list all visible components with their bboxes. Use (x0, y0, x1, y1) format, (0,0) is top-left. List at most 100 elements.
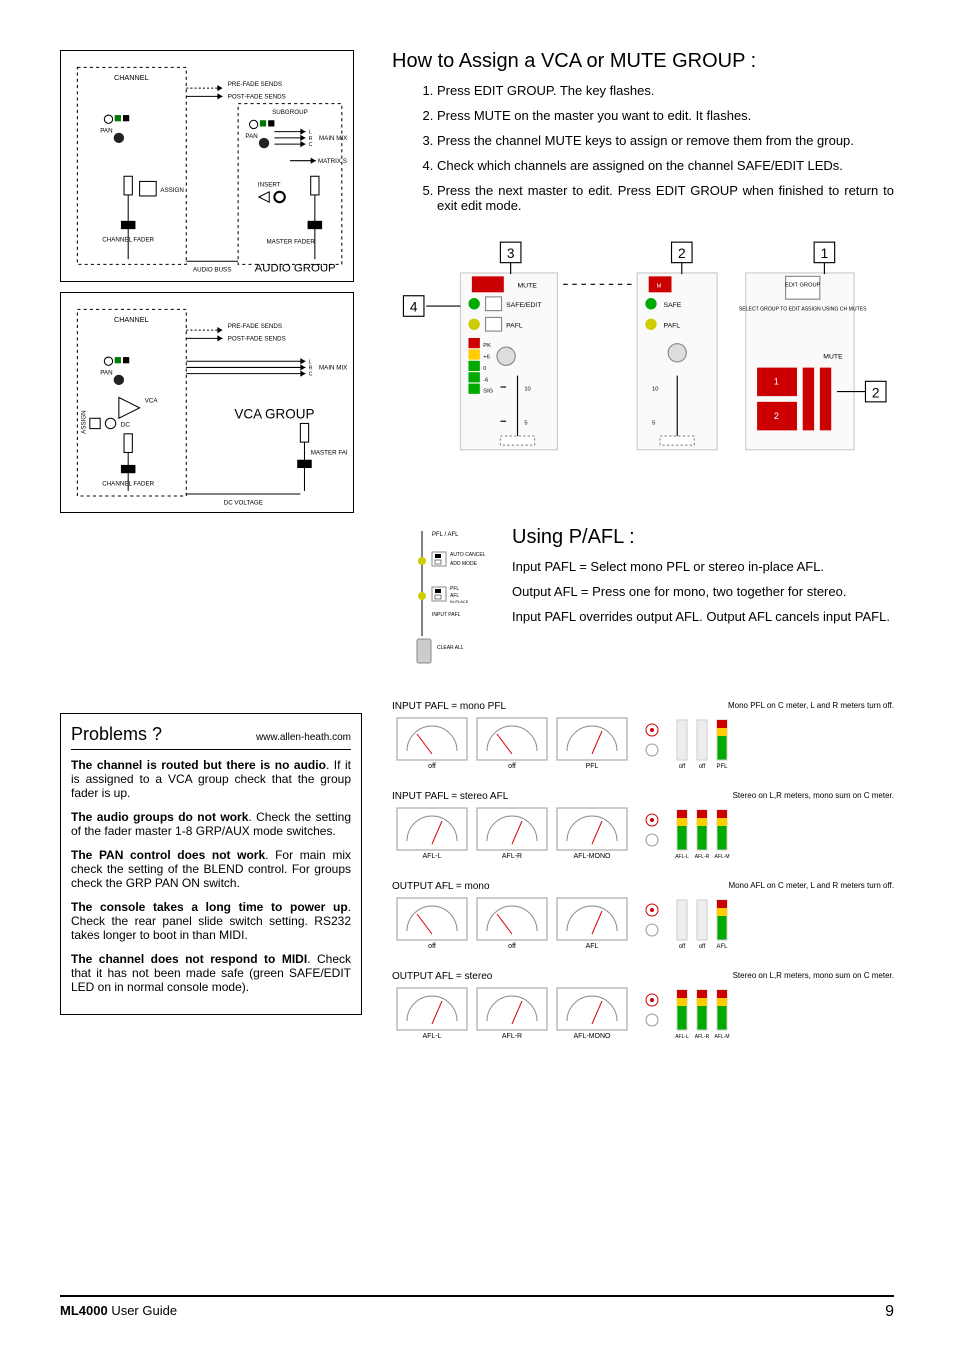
svg-text:MAIN MIX: MAIN MIX (319, 135, 347, 142)
svg-text:off: off (699, 764, 706, 770)
footer-page: 9 (885, 1303, 894, 1321)
meter-title-r: Mono PFL on C meter, L and R meters turn… (728, 701, 894, 712)
svg-text:MASTER FADER: MASTER FADER (266, 239, 315, 246)
svg-text:SAFE/EDIT: SAFE/EDIT (506, 302, 542, 309)
svg-text:PAN: PAN (100, 369, 112, 376)
pafl-title: Using P/AFL : (512, 526, 894, 549)
svg-text:2: 2 (872, 385, 880, 400)
footer-product: ML4000 (60, 1303, 108, 1318)
svg-text:VCA GROUP: VCA GROUP (234, 406, 314, 421)
svg-text:PAFL: PAFL (506, 323, 523, 330)
svg-text:4: 4 (410, 300, 418, 315)
svg-text:AFL-M: AFL-M (715, 1034, 730, 1040)
vca-group-diagram: CHANNEL PRE-FADE SENDS POST-FADE SENDS P… (60, 292, 354, 513)
svg-text:10: 10 (652, 386, 658, 392)
pafl-buttons-diagram: PFL / AFL AUTO CANCEL ADD MODE PFL (392, 526, 502, 681)
step-item: Check which channels are assigned on the… (437, 158, 894, 173)
svg-text:PAFL: PAFL (664, 323, 681, 330)
svg-text:R: R (309, 365, 313, 371)
svg-text:PFL: PFL (586, 763, 599, 770)
svg-text:IN-PLACE: IN-PLACE (450, 599, 469, 604)
svg-text:MATRIX SEND: MATRIX SEND (318, 158, 347, 165)
pafl-para: Input PAFL = Select mono PFL or stereo i… (512, 559, 894, 574)
svg-text:ADD MODE: ADD MODE (450, 561, 478, 567)
svg-text:MUTE: MUTE (823, 353, 843, 360)
meter-title-r: Stereo on L,R meters, mono sum on C mete… (733, 791, 894, 802)
page-footer: ML4000 User Guide 9 (60, 1295, 894, 1321)
footer-guide: User Guide (108, 1303, 177, 1318)
vca-mute-steps: Press EDIT GROUP. The key flashes. Press… (392, 83, 894, 213)
problems-title: Problems ? (71, 724, 162, 745)
svg-text:ASSIGN: ASSIGN (160, 187, 184, 194)
svg-text:M: M (657, 284, 662, 290)
svg-text:AFL-R: AFL-R (695, 1034, 710, 1040)
svg-text:off: off (428, 763, 436, 770)
svg-text:CHANNEL: CHANNEL (114, 315, 149, 324)
svg-text:INPUT PAFL: INPUT PAFL (432, 612, 461, 618)
svg-text:PAN: PAN (100, 128, 112, 135)
svg-text:INSERT: INSERT (258, 182, 281, 189)
svg-text:+6: +6 (483, 354, 490, 360)
svg-text:PFL / AFL: PFL / AFL (432, 532, 459, 538)
svg-text:off: off (428, 943, 436, 950)
svg-text:AFL: AFL (716, 944, 728, 950)
svg-text:AFL-L: AFL-L (422, 1033, 441, 1040)
svg-text:POST-FADE SENDS: POST-FADE SENDS (228, 335, 286, 342)
audio-group-diagram: CHANNEL PRE-FADE SENDS POST-FADE SENDS S… (60, 50, 354, 282)
svg-text:AUTO CANCEL: AUTO CANCEL (450, 552, 486, 558)
channel-strip-diagram: 3 2 1 4 2 MUTE SAFE/EDIT (392, 233, 894, 466)
meter-title-l: INPUT PAFL = mono PFL (392, 701, 506, 712)
svg-text:AUDIO GROUP: AUDIO GROUP (255, 263, 336, 275)
svg-text:5: 5 (652, 421, 655, 427)
svg-text:SIG: SIG (483, 389, 493, 395)
svg-text:AFL-MONO: AFL-MONO (574, 1033, 612, 1040)
pafl-para: Input PAFL overrides output AFL. Output … (512, 609, 894, 624)
svg-text:AFL: AFL (586, 943, 599, 950)
vca-mute-title: How to Assign a VCA or MUTE GROUP : (392, 50, 894, 73)
problems-url: www.allen-heath.com (256, 732, 351, 743)
meter-title-l: INPUT PAFL = stereo AFL (392, 791, 508, 802)
svg-text:POST-FADE SENDS: POST-FADE SENDS (228, 93, 286, 100)
svg-text:AUDIO BUSS: AUDIO BUSS (193, 267, 231, 274)
svg-text:PRE-FADE SENDS: PRE-FADE SENDS (228, 323, 282, 330)
svg-text:AFL-R: AFL-R (695, 854, 710, 860)
svg-text:CLEAR ALL: CLEAR ALL (437, 645, 464, 651)
meter-title-r: Stereo on L,R meters, mono sum on C mete… (733, 971, 894, 982)
svg-text:PFL: PFL (450, 586, 459, 592)
svg-text:off: off (699, 944, 706, 950)
svg-text:L: L (309, 359, 312, 365)
svg-text:AFL-L: AFL-L (422, 853, 441, 860)
svg-text:AFL-M: AFL-M (715, 854, 730, 860)
svg-text:off: off (508, 943, 516, 950)
meter-row: off off AFL off off AFL (392, 896, 762, 951)
problem-item: The PAN control does not work. For main … (71, 848, 351, 890)
step-item: Press EDIT GROUP. The key flashes. (437, 83, 894, 98)
svg-text:R: R (309, 136, 313, 142)
problem-item: The console takes a long time to power u… (71, 900, 351, 942)
svg-text:C: C (309, 372, 313, 378)
svg-text:DC: DC (121, 421, 130, 428)
step-item: Press MUTE on the master you want to edi… (437, 108, 894, 123)
svg-text:MUTE: MUTE (518, 283, 538, 290)
svg-text:VCA: VCA (145, 397, 159, 404)
svg-text:CHANNEL FADER: CHANNEL FADER (102, 237, 154, 244)
svg-text:AFL-R: AFL-R (502, 853, 522, 860)
svg-text:PFL: PFL (716, 764, 728, 770)
svg-text:PRE-FADE SENDS: PRE-FADE SENDS (228, 81, 282, 88)
meter-section: INPUT PAFL = mono PFL Mono PFL on C mete… (392, 701, 894, 1046)
meter-row: off off PFL off off PFL (392, 716, 762, 771)
svg-text:PK: PK (483, 343, 491, 349)
svg-text:PAN: PAN (245, 133, 257, 140)
svg-text:L: L (309, 130, 312, 136)
svg-text:SELECT GROUP TO EDIT ASSIGN US: SELECT GROUP TO EDIT ASSIGN USING CH MUT… (739, 307, 867, 313)
step-item: Press the next master to edit. Press EDI… (437, 183, 894, 213)
svg-text:3: 3 (507, 246, 515, 261)
svg-text:EDIT GROUP: EDIT GROUP (785, 283, 820, 289)
meter-title-l: OUTPUT AFL = stereo (392, 971, 492, 982)
channel-label: CHANNEL (114, 73, 149, 82)
svg-text:off: off (508, 763, 516, 770)
svg-text:1: 1 (774, 377, 779, 387)
svg-text:10: 10 (524, 386, 530, 392)
svg-text:MASTER FADER: MASTER FADER (311, 449, 347, 456)
svg-text:AFL-R: AFL-R (502, 1033, 522, 1040)
